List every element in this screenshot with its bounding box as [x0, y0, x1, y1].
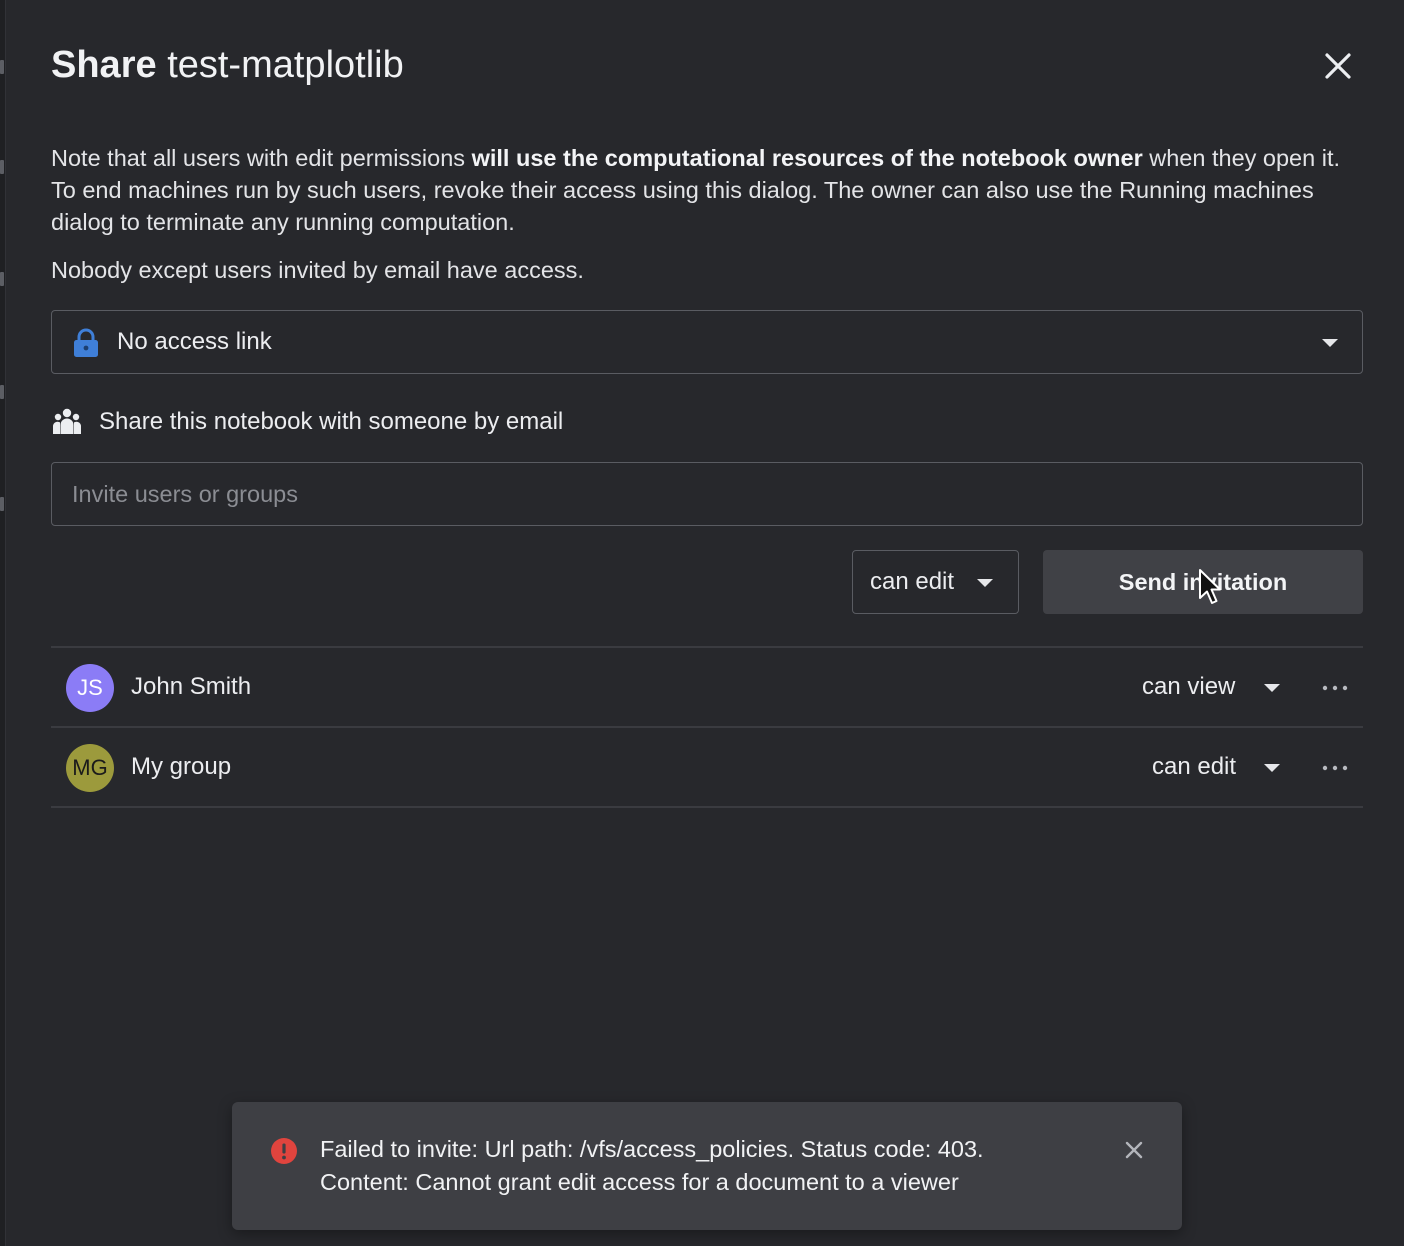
dialog-title-action: Share [51, 44, 157, 86]
people-icon [53, 408, 81, 434]
close-icon[interactable] [1124, 1140, 1144, 1160]
share-by-email-label: Share this notebook with someone by emai… [99, 408, 564, 435]
invite-users-input[interactable] [51, 462, 1363, 526]
note-text-start: Note that all users with edit permission… [51, 145, 472, 171]
background-tick [0, 272, 4, 286]
access-link-select[interactable]: No access link [51, 310, 1363, 374]
avatar: JS [66, 664, 114, 712]
error-toast: Failed to invite: Url path: /vfs/access_… [232, 1102, 1182, 1230]
share-dialog: Share test-matplotlib Note that all user… [6, 0, 1404, 1246]
member-role-value: can view [1142, 673, 1236, 700]
close-dialog-button[interactable] [1320, 48, 1356, 84]
member-row: JS John Smith can view [51, 648, 1363, 726]
avatar: MG [66, 744, 114, 792]
member-name: John Smith [131, 673, 252, 700]
caret-down-icon [1264, 764, 1280, 772]
more-horizontal-icon[interactable] [1321, 678, 1349, 698]
background-tick [0, 160, 4, 174]
dialog-title-notebook-name: test-matplotlib [167, 44, 404, 86]
access-link-value: No access link [117, 328, 272, 355]
caret-down-icon [1322, 339, 1338, 347]
edit-permissions-note: Note that all users with edit permission… [51, 142, 1361, 238]
background-tick [0, 385, 4, 399]
error-message: Failed to invite: Url path: /vfs/access_… [320, 1133, 1100, 1199]
invite-permission-select[interactable]: can edit [852, 550, 1019, 614]
more-horizontal-icon[interactable] [1321, 758, 1349, 778]
members-divider [51, 806, 1363, 808]
caret-down-icon [977, 579, 993, 587]
member-row: MG My group can edit [51, 728, 1363, 806]
app-root: Share test-matplotlib Note that all user… [0, 0, 1404, 1246]
error-message-line: Failed to invite: Url path: /vfs/access_… [320, 1136, 984, 1162]
member-role-select[interactable]: can view [1142, 671, 1280, 703]
access-summary: Nobody except users invited by email hav… [51, 257, 584, 283]
lock-icon [74, 328, 98, 357]
error-message-line: Content: Cannot grant edit access for a … [320, 1169, 959, 1195]
note-text-bold: will use the computational resources of … [471, 145, 1143, 171]
member-role-value: can edit [1152, 753, 1237, 780]
invite-permission-value: can edit [870, 568, 955, 595]
send-invitation-button[interactable]: Send invitation [1043, 550, 1363, 614]
member-role-select[interactable]: can edit [1152, 751, 1280, 783]
dialog-title: Share test-matplotlib [51, 40, 404, 90]
caret-down-icon [1264, 684, 1280, 692]
member-name: My group [131, 753, 232, 780]
background-tick [0, 60, 4, 74]
error-icon [271, 1138, 297, 1164]
background-tick [0, 497, 4, 511]
close-icon [1325, 53, 1351, 79]
